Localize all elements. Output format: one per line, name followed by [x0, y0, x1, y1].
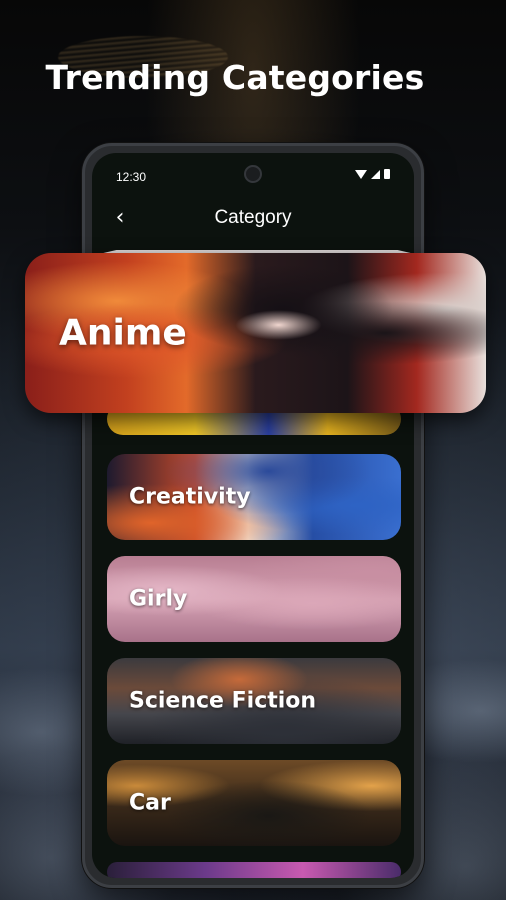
app-bar: ‹ Category: [92, 197, 414, 241]
cell-signal-icon: [371, 169, 380, 179]
page-title: Category: [214, 207, 292, 228]
battery-icon: [384, 169, 390, 179]
status-bar: 12:30: [92, 153, 414, 197]
status-time: 12:30: [116, 170, 147, 184]
category-card-car[interactable]: Car: [107, 760, 401, 846]
status-icons: [355, 169, 390, 179]
category-card-bottom-partial[interactable]: [107, 862, 401, 878]
category-label-anime: Anime: [59, 312, 187, 354]
category-card-creativity[interactable]: Creativity: [107, 454, 401, 540]
category-label: Creativity: [129, 484, 251, 510]
category-label: Science Fiction: [129, 688, 317, 714]
category-card-anime[interactable]: Anime: [25, 253, 486, 413]
category-card-girly[interactable]: Girly: [107, 556, 401, 642]
wifi-icon: [355, 169, 367, 179]
category-label: Girly: [129, 586, 188, 612]
category-label: Car: [129, 790, 171, 816]
category-card-science-fiction[interactable]: Science Fiction: [107, 658, 401, 744]
front-camera: [244, 165, 262, 183]
promo-headline: Trending Categories: [45, 58, 425, 97]
